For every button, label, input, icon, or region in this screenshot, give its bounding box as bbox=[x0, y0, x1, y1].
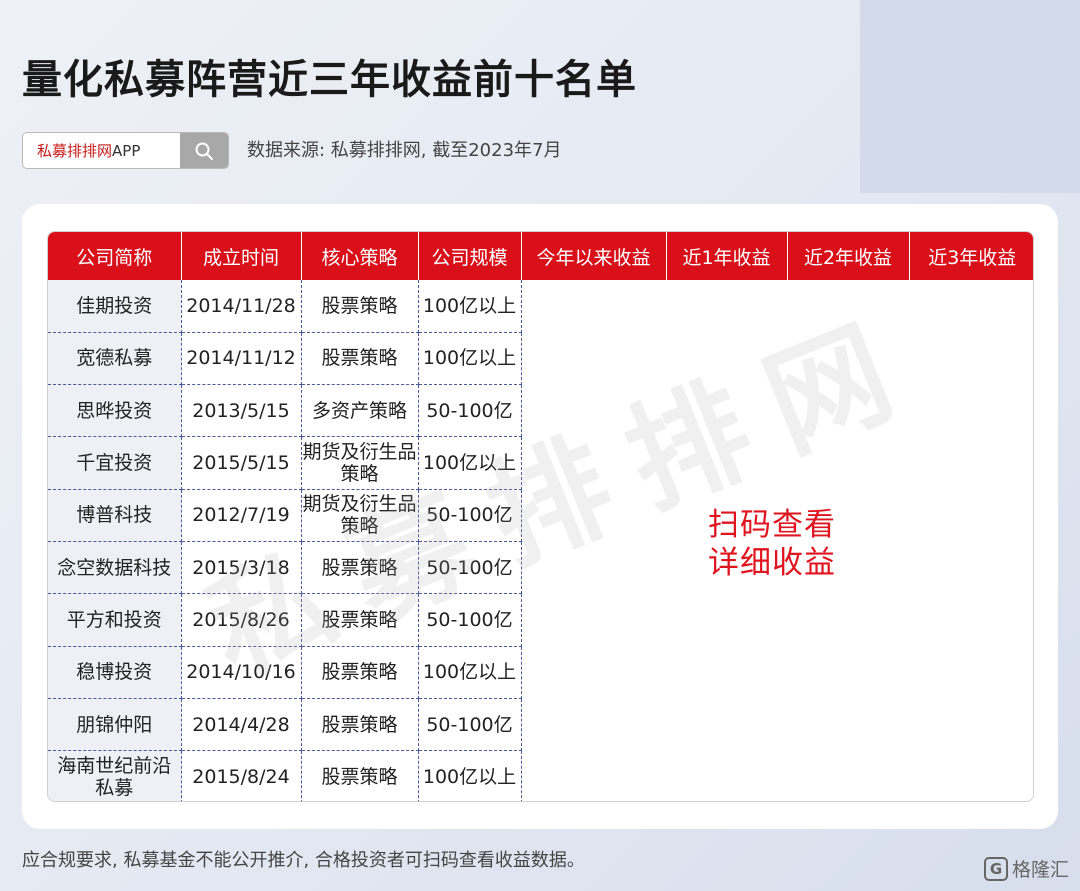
cell-scale: 50-100亿 bbox=[418, 698, 522, 752]
cell-name: 平方和投资 bbox=[48, 593, 182, 647]
cell-name: 千宜投资 bbox=[48, 436, 182, 490]
cell-scale: 100亿以上 bbox=[418, 436, 522, 490]
cell-date: 2014/11/12 bbox=[181, 332, 302, 386]
table-row: 佳期投资 2014/11/28 股票策略 100亿以上 bbox=[48, 280, 1033, 801]
search-bar[interactable]: 私募排排网 APP bbox=[22, 132, 229, 169]
cell-strategy: 多资产策略 bbox=[301, 384, 419, 438]
cell-date: 2013/5/15 bbox=[181, 384, 302, 438]
cell-date: 2015/5/15 bbox=[181, 436, 302, 490]
search-label: 私募排排网 APP bbox=[23, 133, 180, 168]
cell-strategy: 股票策略 bbox=[301, 593, 419, 647]
cell-date: 2015/8/24 bbox=[181, 750, 302, 801]
cell-scale: 50-100亿 bbox=[418, 593, 522, 647]
cell-scale: 100亿以上 bbox=[418, 646, 522, 699]
column-header: 今年以来收益 bbox=[521, 232, 667, 280]
ranking-table-container: 公司简称 成立时间 核心策略 公司规模 今年以来收益 近1年收益 近2年收益 近… bbox=[47, 231, 1034, 802]
column-header: 成立时间 bbox=[181, 232, 302, 280]
cell-name: 念空数据科技 bbox=[48, 541, 182, 595]
scan-prompt: 扫码查看 详细收益 bbox=[708, 506, 836, 582]
gelonghui-logo: G 格隆汇 bbox=[984, 855, 1069, 882]
column-header: 公司规模 bbox=[418, 232, 522, 280]
cell-strategy: 股票策略 bbox=[301, 698, 419, 752]
cell-strategy: 股票策略 bbox=[301, 280, 419, 333]
logo-mark-icon: G bbox=[984, 856, 1008, 881]
cell-name: 佳期投资 bbox=[48, 280, 182, 333]
compliance-note: 应合规要求, 私募基金不能公开推介, 合格投资者可扫码查看收益数据。 bbox=[22, 850, 585, 871]
cell-date: 2014/11/28 bbox=[181, 280, 302, 333]
cell-name: 宽德私募 bbox=[48, 332, 182, 386]
scan-prompt-line1: 扫码查看 bbox=[708, 507, 836, 543]
column-header: 近2年收益 bbox=[787, 232, 910, 280]
cell-name: 思晔投资 bbox=[48, 384, 182, 438]
logo-text: 格隆汇 bbox=[1012, 859, 1070, 881]
cell-scale: 100亿以上 bbox=[418, 750, 522, 801]
data-source: 数据来源: 私募排排网, 截至2023年7月 bbox=[247, 140, 562, 161]
page-title: 量化私募阵营近三年收益前十名单 bbox=[22, 57, 637, 103]
cell-date: 2015/8/26 bbox=[181, 593, 302, 647]
cell-date: 2012/7/19 bbox=[181, 489, 302, 542]
search-button[interactable] bbox=[180, 133, 228, 168]
cell-date: 2014/4/28 bbox=[181, 698, 302, 752]
cell-name: 海南世纪前沿私募 bbox=[48, 750, 182, 801]
column-header: 近1年收益 bbox=[666, 232, 788, 280]
cell-strategy: 股票策略 bbox=[301, 541, 419, 595]
cell-date: 2014/10/16 bbox=[181, 646, 302, 699]
cell-scale: 50-100亿 bbox=[418, 384, 522, 438]
cell-scale: 50-100亿 bbox=[418, 489, 522, 542]
cell-scale: 100亿以上 bbox=[418, 332, 522, 386]
cell-strategy: 股票策略 bbox=[301, 646, 419, 699]
column-header: 公司简称 bbox=[48, 232, 182, 280]
ranking-table: 公司简称 成立时间 核心策略 公司规模 今年以来收益 近1年收益 近2年收益 近… bbox=[48, 232, 1033, 801]
search-app: APP bbox=[112, 141, 141, 160]
cell-strategy: 期货及衍生品策略 bbox=[301, 489, 419, 542]
table-header-row: 公司简称 成立时间 核心策略 公司规模 今年以来收益 近1年收益 近2年收益 近… bbox=[48, 232, 1033, 280]
cell-strategy: 股票策略 bbox=[301, 332, 419, 386]
search-icon bbox=[195, 142, 213, 160]
cell-name: 稳博投资 bbox=[48, 646, 182, 699]
column-header: 核心策略 bbox=[301, 232, 419, 280]
cell-scale: 100亿以上 bbox=[418, 280, 522, 333]
search-brand: 私募排排网 bbox=[37, 142, 113, 160]
corner-decoration bbox=[860, 0, 1080, 193]
cell-name: 博普科技 bbox=[48, 489, 182, 542]
cell-strategy: 期货及衍生品策略 bbox=[301, 436, 419, 490]
cell-strategy: 股票策略 bbox=[301, 750, 419, 801]
cell-scale: 50-100亿 bbox=[418, 541, 522, 595]
cell-date: 2015/3/18 bbox=[181, 541, 302, 595]
cell-name: 朋锦仲阳 bbox=[48, 698, 182, 752]
column-header: 近3年收益 bbox=[909, 232, 1033, 280]
scan-prompt-line2: 详细收益 bbox=[708, 545, 836, 581]
